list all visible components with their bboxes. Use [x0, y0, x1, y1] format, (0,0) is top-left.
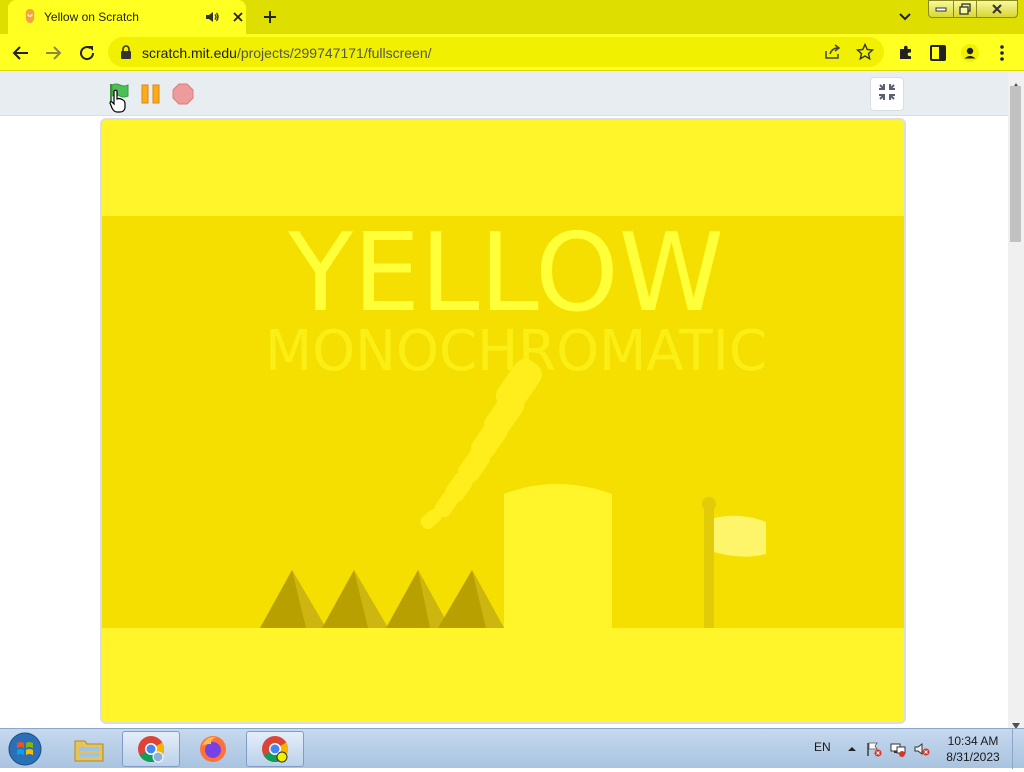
scroll-down-icon[interactable] — [1012, 716, 1020, 729]
tower — [504, 484, 612, 628]
clock-date: 8/31/2023 — [946, 750, 1000, 764]
language-indicator[interactable]: EN — [814, 740, 831, 754]
forward-arrow-icon[interactable] — [42, 42, 64, 64]
reload-icon[interactable] — [76, 42, 98, 64]
firefox-icon[interactable] — [184, 731, 242, 767]
unfullscreen-button[interactable] — [870, 77, 904, 111]
chevron-down-icon[interactable] — [896, 8, 914, 26]
pause-icon[interactable] — [140, 83, 162, 105]
url-host: scratch.mit.edu — [142, 45, 237, 61]
restore-button[interactable] — [953, 0, 977, 18]
scroll-up-icon[interactable] — [1012, 76, 1020, 89]
hand-cursor-icon — [109, 89, 127, 113]
tab-title: Yellow on Scratch — [44, 10, 139, 24]
network-icon[interactable] — [890, 741, 906, 757]
volume-muted-icon[interactable] — [914, 741, 930, 757]
url-path: /projects/299747171/fullscreen/ — [236, 45, 432, 61]
stage-top-band — [102, 120, 904, 216]
close-icon[interactable] — [230, 9, 246, 25]
unfullscreen-icon — [877, 82, 897, 107]
stage-ground — [102, 628, 904, 722]
plus-icon[interactable] — [260, 7, 280, 27]
clock-time: 10:34 AM — [947, 734, 999, 748]
scratch-cat-icon — [22, 8, 38, 24]
puzzle-icon[interactable] — [896, 43, 916, 63]
speaker-icon[interactable] — [204, 9, 220, 25]
chrome-taskbar-icon[interactable] — [122, 731, 180, 767]
minimize-button[interactable] — [928, 0, 954, 18]
show-desktop-button[interactable] — [1012, 729, 1024, 769]
window-close-button[interactable] — [976, 0, 1018, 18]
lock-icon[interactable] — [120, 45, 132, 59]
file-explorer-icon[interactable] — [60, 731, 118, 767]
profile-icon[interactable] — [960, 43, 980, 63]
action-center-flag-icon[interactable] — [866, 741, 882, 757]
player-controls-bar — [0, 72, 1008, 116]
vertical-scrollbar[interactable] — [1008, 72, 1024, 729]
system-clock[interactable]: 10:34 AM 8/31/2023 — [940, 733, 1006, 765]
browser-tab[interactable]: Yellow on Scratch — [8, 0, 246, 34]
side-panel-icon[interactable] — [928, 43, 948, 63]
scrollbar-thumb[interactable] — [1010, 86, 1021, 242]
stop-icon[interactable] — [172, 83, 194, 105]
kebab-menu-icon[interactable] — [992, 43, 1012, 63]
windows-start-icon[interactable] — [6, 731, 44, 767]
show-hidden-icons-icon[interactable] — [844, 741, 860, 757]
stage-title: YELLOW — [287, 211, 724, 336]
star-icon[interactable] — [855, 42, 875, 61]
tab-strip: Yellow on Scratch — [0, 0, 1024, 34]
address-bar[interactable]: scratch.mit.edu/projects/299747171/fulls… — [108, 37, 884, 67]
taskbar: EN 10:34 AM 8/31/2023 — [0, 728, 1024, 769]
page-content: YELLOW MONOCHROMATIC — [0, 72, 1008, 728]
project-stage[interactable]: YELLOW MONOCHROMATIC — [100, 118, 906, 724]
browser-toolbar: scratch.mit.edu/projects/299747171/fulls… — [0, 34, 1024, 71]
chrome-profile-taskbar-icon[interactable] — [246, 731, 304, 767]
url-text[interactable]: scratch.mit.edu/projects/299747171/fulls… — [142, 45, 432, 61]
back-arrow-icon[interactable] — [10, 42, 32, 64]
share-icon[interactable] — [824, 44, 842, 60]
